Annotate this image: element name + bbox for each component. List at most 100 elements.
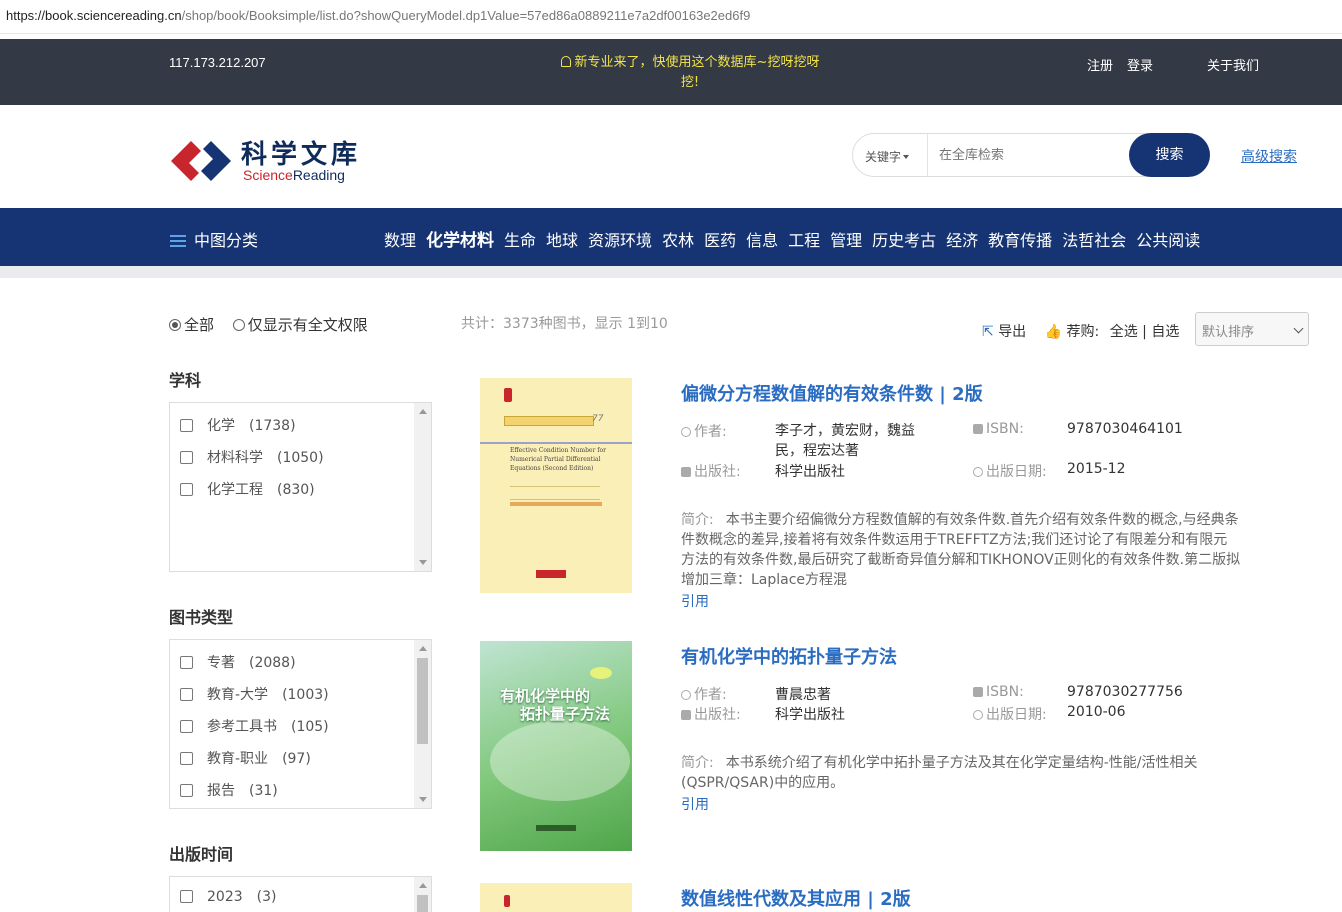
scroll-thumb[interactable] [417, 895, 428, 912]
nav-item[interactable]: 历史考古 [872, 231, 936, 250]
facet-item[interactable]: 材料科学 (1050) [180, 447, 324, 467]
nav-item-active[interactable]: 化学材料 [426, 231, 494, 251]
facet-item[interactable]: 2023 (3) [180, 889, 276, 905]
publisher-logo-icon [536, 825, 576, 831]
cite-link[interactable]: 引用 [681, 591, 709, 611]
pubdate-label: 出版日期: [973, 461, 1047, 481]
summary-label: 简介: [681, 512, 714, 528]
facet-type-list: 专著 (2088) 教育-大学 (1003) 参考工具书 (105) 教育-职业 (97… [169, 639, 432, 809]
isbn-label: ISBN: [973, 421, 1024, 437]
about-link[interactable]: 关于我们 [1207, 55, 1259, 74]
nav-item[interactable]: 经济 [946, 231, 978, 250]
scrollbar[interactable] [414, 877, 431, 912]
announcement[interactable]: 新专业来了，快使用这个数据库~挖呀挖呀 挖! [552, 53, 828, 93]
nav-item[interactable]: 农林 [662, 231, 694, 250]
book-cover[interactable] [480, 883, 632, 912]
publisher-mark-icon [504, 895, 510, 907]
nav-items: 数理 化学材料 生命 地球 资源环境 农林 医药 信息 工程 管理 历史考古 经济 教育传播 法哲社会 公共… [384, 226, 1210, 251]
scroll-up-icon[interactable] [419, 646, 427, 651]
announcement-line2: 挖! [680, 75, 700, 90]
search-scope-label: 关键字 [865, 150, 902, 164]
nav-item[interactable]: 管理 [830, 231, 862, 250]
scroll-down-icon[interactable] [419, 797, 427, 802]
facet-item[interactable]: 参考工具书 (105) [180, 716, 329, 736]
facet-item[interactable]: 教育-大学 (1003) [180, 684, 329, 704]
tag-icon [973, 424, 983, 434]
register-link[interactable]: 注册 [1087, 55, 1113, 74]
url-text[interactable]: https://book.sciencereading.cn/shop/book… [6, 8, 750, 23]
checkbox[interactable] [180, 890, 193, 903]
facet-label: 2023 [207, 889, 243, 905]
search-scope-dropdown[interactable]: 关键字 [865, 148, 910, 165]
checkbox[interactable] [180, 419, 193, 432]
checkbox[interactable] [180, 451, 193, 464]
scrollbar[interactable] [414, 640, 431, 808]
nav-item[interactable]: 工程 [788, 231, 820, 250]
logo-text-en: ScienceReading [243, 167, 345, 183]
nav-item[interactable]: 法哲社会 [1062, 231, 1126, 250]
scroll-thumb[interactable] [417, 658, 428, 744]
scroll-up-icon[interactable] [419, 409, 427, 414]
access-filter: 全部 仅显示有全文权限 [169, 314, 368, 335]
book-title-link[interactable]: 数值线性代数及其应用 | 2版 [681, 885, 911, 911]
sort-selected: 默认排序 [1202, 325, 1255, 340]
facet-item[interactable]: 教育-职业 (97) [180, 748, 311, 768]
cover-rule [480, 442, 632, 444]
classification-menu[interactable]: 中图分类 [170, 227, 258, 251]
author-value: 李子才，黄宏财，魏益民，程宏达著 [775, 423, 915, 459]
facet-count: (1003) [282, 687, 329, 703]
radio-fulltext-label: 仅显示有全文权限 [247, 316, 368, 334]
checkbox[interactable] [180, 752, 193, 765]
nav-item[interactable]: 生命 [504, 231, 536, 250]
advanced-search-link[interactable]: 高级搜索 [1241, 146, 1297, 166]
nav-item[interactable]: 数理 [384, 231, 416, 250]
announcement-line1: 新专业来了，快使用这个数据库~挖呀挖呀 [574, 55, 820, 70]
leaf-icon [590, 667, 612, 679]
export-button[interactable]: ⇱ 导出 [982, 324, 1026, 340]
nav-item[interactable]: 公共阅读 [1136, 231, 1200, 250]
facet-item[interactable]: 化学 (1738) [180, 415, 296, 435]
select-self-link[interactable]: 自选 [1151, 324, 1179, 340]
scroll-up-icon[interactable] [419, 883, 427, 888]
publisher-label: 出版社: [681, 461, 741, 481]
cite-link[interactable]: 引用 [681, 794, 709, 814]
login-link[interactable]: 登录 [1127, 55, 1153, 74]
radio-all[interactable]: 全部 [169, 316, 214, 334]
checkbox[interactable] [180, 688, 193, 701]
thumbs-up-icon: 👍 [1044, 324, 1063, 340]
nav-item[interactable]: 医药 [704, 231, 736, 250]
nav-shadow [0, 266, 1342, 278]
checkbox[interactable] [180, 720, 193, 733]
scroll-down-icon[interactable] [419, 560, 427, 565]
sort-select[interactable]: 默认排序 [1195, 312, 1309, 346]
bell-icon [560, 56, 571, 67]
facet-item[interactable]: 报告 (31) [180, 780, 278, 800]
site-logo[interactable]: 科学文库 ScienceReading [169, 134, 369, 188]
book-title-link[interactable]: 偏微分方程数值解的有效条件数 | 2版 [681, 380, 983, 406]
search-input[interactable] [939, 145, 1125, 165]
checkbox[interactable] [180, 483, 193, 496]
nav-item[interactable]: 教育传播 [988, 231, 1052, 250]
facet-item[interactable]: 化学工程 (830) [180, 479, 315, 499]
scrollbar[interactable] [414, 403, 431, 571]
facet-count: (105) [291, 719, 329, 735]
nav-item[interactable]: 地球 [546, 231, 578, 250]
select-all-link[interactable]: 全选 [1110, 324, 1138, 340]
summary-text: 本书系统介绍了有机化学中拓扑量子方法及其在化学定量结构-性能/活性相关(QSPR… [681, 755, 1198, 791]
nav-item[interactable]: 资源环境 [588, 231, 652, 250]
logo-mark-icon [171, 141, 231, 181]
address-bar[interactable]: https://book.sciencereading.cn/shop/book… [0, 0, 1342, 34]
radio-unchecked-icon [232, 319, 245, 331]
book-cover[interactable]: 77 Effective Condition Number for Numeri… [480, 378, 632, 593]
nav-item[interactable]: 信息 [746, 231, 778, 250]
checkbox[interactable] [180, 656, 193, 669]
book-cover[interactable]: 有机化学中的 拓扑量子方法 [480, 641, 632, 851]
radio-fulltext[interactable]: 仅显示有全文权限 [232, 316, 368, 334]
user-icon [681, 427, 691, 437]
facet-item[interactable]: 专著 (2088) [180, 652, 296, 672]
book-title-link[interactable]: 有机化学中的拓扑量子方法 [681, 643, 897, 669]
search-button[interactable]: 搜索 [1129, 133, 1210, 177]
result-count: 共计：3373种图书，显示 1到10 [461, 316, 668, 332]
checkbox[interactable] [180, 784, 193, 797]
main-nav: 中图分类 数理 化学材料 生命 地球 资源环境 农林 医药 信息 工程 管理 历史考古 经济 教育传播法… [0, 208, 1342, 266]
